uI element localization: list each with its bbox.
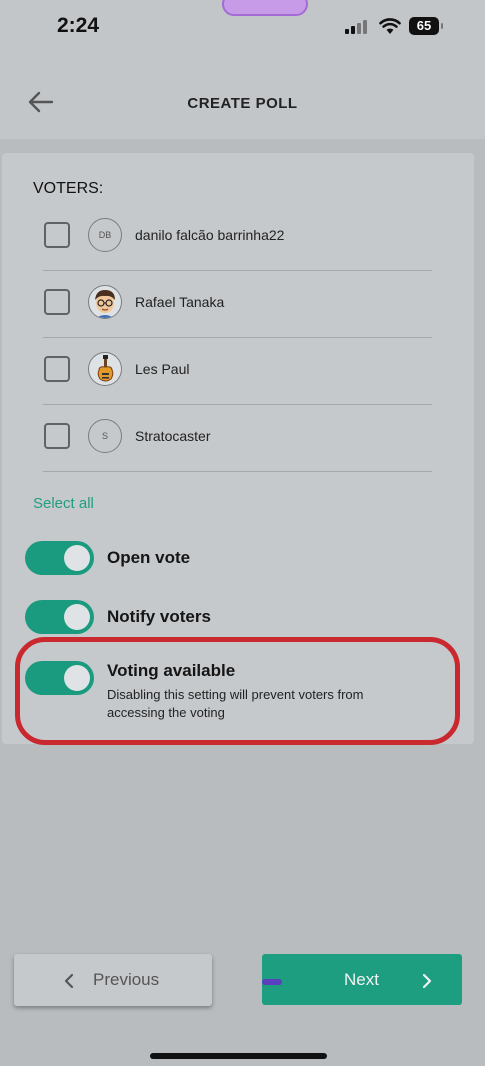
previous-button-label: Previous	[93, 970, 160, 989]
voting-available-description: Disabling this setting will prevent vote…	[107, 687, 364, 720]
home-indicator[interactable]	[150, 1053, 327, 1059]
voters-section-title: VOTERS:	[33, 180, 104, 197]
avatar: DB	[88, 218, 122, 252]
open-vote-toggle[interactable]	[25, 541, 94, 575]
next-button-label: Next	[344, 970, 379, 989]
status-bar: 2:24 65	[0, 0, 485, 55]
voter-checkbox[interactable]	[44, 423, 70, 449]
voter-name: danilo falcão barrinha22	[135, 227, 285, 243]
previous-button[interactable]: Previous	[14, 954, 212, 1006]
voter-checkbox[interactable]	[44, 222, 70, 248]
person-avatar-icon	[88, 285, 122, 319]
battery-icon: 65	[409, 17, 443, 35]
voter-row: Rafael Tanaka	[43, 270, 432, 338]
guitar-avatar-icon	[88, 352, 122, 386]
nav-bar: CREATE POLL	[0, 55, 485, 139]
page-title: CREATE POLL	[187, 95, 298, 112]
open-vote-label: Open vote	[107, 548, 191, 567]
voter-row: DB danilo falcão barrinha22	[43, 203, 432, 271]
avatar: S	[88, 419, 122, 453]
chevron-right-icon	[422, 973, 432, 989]
wifi-icon	[379, 18, 401, 34]
dynamic-island-indicator	[222, 0, 308, 16]
toggle-knob	[64, 545, 90, 571]
toggle-knob	[64, 604, 90, 630]
notify-voters-label: Notify voters	[107, 607, 211, 626]
next-button[interactable]: Next	[262, 954, 462, 1005]
voter-row: Les Paul	[43, 337, 432, 405]
select-all-link[interactable]: Select all	[33, 495, 94, 512]
voter-checkbox[interactable]	[44, 356, 70, 382]
chevron-left-icon	[64, 973, 74, 989]
voter-name: Rafael Tanaka	[135, 294, 225, 310]
notify-voters-toggle[interactable]	[25, 600, 94, 634]
voter-name: Les Paul	[135, 361, 190, 377]
voting-available-toggle[interactable]	[25, 661, 94, 695]
signal-icon	[345, 20, 371, 34]
voting-available-label: Voting available	[107, 661, 236, 680]
voter-name: Stratocaster	[135, 428, 211, 444]
status-time: 2:24	[57, 14, 100, 37]
toggle-knob	[64, 665, 90, 691]
touch-marker	[262, 979, 282, 985]
voter-row: S Stratocaster	[43, 404, 432, 472]
voter-checkbox[interactable]	[44, 289, 70, 315]
